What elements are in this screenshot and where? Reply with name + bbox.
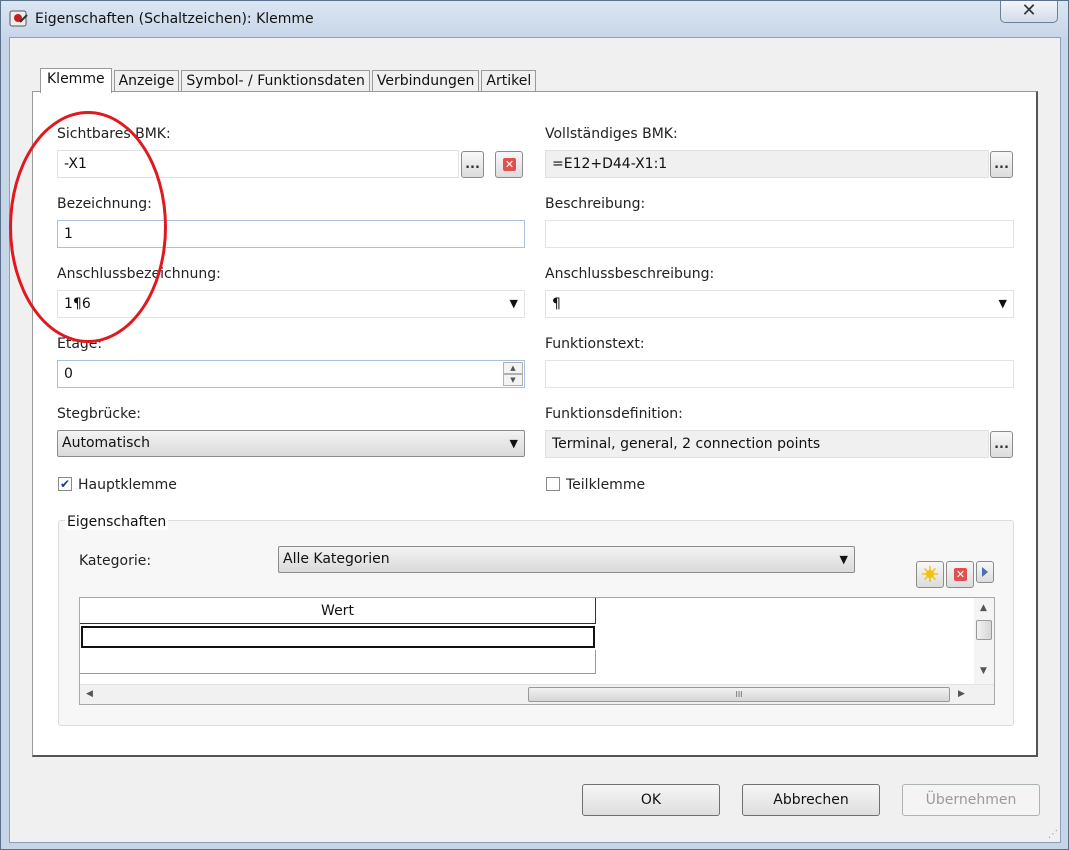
properties-dialog: Eigenschaften (Schaltzeichen): Klemme ✕ … bbox=[0, 0, 1069, 850]
funktionsdefinition-browse-button[interactable]: ... bbox=[990, 431, 1013, 458]
hauptklemme-label: Hauptklemme bbox=[78, 477, 177, 493]
teilklemme-label: Teilklemme bbox=[566, 477, 646, 493]
chevron-down-icon[interactable]: ▼ bbox=[510, 291, 518, 317]
bezeichnung-label: Bezeichnung: bbox=[57, 196, 152, 212]
grid-header-wert[interactable]: Wert bbox=[80, 598, 596, 624]
anschlussbeschreibung-combo[interactable]: ¶ ▼ bbox=[545, 290, 1014, 318]
uebernehmen-button[interactable]: Übernehmen bbox=[902, 784, 1040, 816]
scroll-down-icon[interactable]: ▼ bbox=[980, 666, 987, 676]
tab-strip: Klemme Anzeige Symbol- / Funktionsdaten … bbox=[40, 68, 538, 93]
teilklemme-checkbox[interactable] bbox=[546, 477, 560, 491]
etage-spinbox[interactable]: 0 ▲ ▼ bbox=[57, 360, 525, 388]
eigenschaften-group: Eigenschaften Kategorie: Alle Kategorien… bbox=[58, 514, 1014, 726]
anschlussbeschreibung-label: Anschlussbeschreibung: bbox=[545, 266, 715, 282]
star-icon bbox=[922, 566, 938, 582]
beschreibung-label: Beschreibung: bbox=[545, 196, 646, 212]
window-title: Eigenschaften (Schaltzeichen): Klemme bbox=[35, 11, 314, 27]
horizontal-scroll-thumb[interactable]: III bbox=[528, 687, 950, 702]
arrow-right-icon bbox=[982, 567, 988, 577]
sichtbares-bmk-browse-button[interactable]: ... bbox=[461, 151, 484, 178]
anschlussbezeichnung-combo[interactable]: 1¶6 ▼ bbox=[57, 290, 525, 318]
vertical-scrollbar[interactable]: ▲ ▼ bbox=[974, 598, 994, 684]
grid-row[interactable] bbox=[81, 626, 595, 648]
app-icon bbox=[9, 10, 28, 27]
tab-artikel[interactable]: Artikel bbox=[481, 70, 537, 92]
etage-value: 0 bbox=[64, 366, 73, 382]
dialog-client-area: Klemme Anzeige Symbol- / Funktionsdaten … bbox=[9, 37, 1061, 843]
stegbruecke-label: Stegbrücke: bbox=[57, 406, 142, 422]
vollstaendiges-bmk-browse-button[interactable]: ... bbox=[990, 151, 1013, 178]
resize-grip-icon[interactable]: ⋰ bbox=[1048, 829, 1058, 840]
kategorie-dropdown[interactable]: Alle Kategorien ▼ bbox=[278, 546, 855, 573]
close-button[interactable]: ✕ bbox=[1000, 1, 1058, 23]
grid-row[interactable] bbox=[80, 650, 596, 674]
anschlussbezeichnung-value: 1¶6 bbox=[64, 296, 91, 312]
vollstaendiges-bmk-field: =E12+D44-X1:1 bbox=[545, 150, 989, 178]
spin-down-icon[interactable]: ▼ bbox=[503, 374, 523, 386]
delete-icon: ✕ bbox=[954, 568, 967, 581]
chevron-down-icon[interactable]: ▼ bbox=[510, 431, 518, 456]
stegbruecke-dropdown[interactable]: Automatisch ▼ bbox=[57, 430, 525, 457]
tab-symbol-funktionsdaten[interactable]: Symbol- / Funktionsdaten bbox=[181, 70, 370, 92]
title-bar: Eigenschaften (Schaltzeichen): Klemme ✕ bbox=[1, 1, 1068, 37]
delete-property-button[interactable]: ✕ bbox=[946, 561, 974, 588]
tab-page-klemme: Sichtbares BMK: -X1 ... ✕ Vollständiges … bbox=[32, 91, 1038, 757]
etage-label: Etage: bbox=[57, 336, 103, 352]
ok-button[interactable]: OK bbox=[582, 784, 720, 816]
etage-spinner: ▲ ▼ bbox=[503, 362, 523, 386]
hauptklemme-checkbox[interactable]: ✔ bbox=[58, 477, 72, 491]
sichtbares-bmk-input[interactable]: -X1 bbox=[57, 150, 459, 178]
funktionstext-label: Funktionstext: bbox=[545, 336, 645, 352]
anschlussbeschreibung-value: ¶ bbox=[552, 296, 561, 312]
bezeichnung-input[interactable]: 1 bbox=[57, 220, 525, 248]
sichtbares-bmk-delete-button[interactable]: ✕ bbox=[495, 151, 523, 178]
stegbruecke-value: Automatisch bbox=[62, 435, 150, 451]
scroll-left-icon[interactable]: ◀ bbox=[86, 689, 93, 699]
tab-klemme[interactable]: Klemme bbox=[40, 68, 112, 93]
kategorie-label: Kategorie: bbox=[79, 553, 152, 569]
scroll-up-icon[interactable]: ▲ bbox=[980, 603, 987, 613]
chevron-down-icon[interactable]: ▼ bbox=[840, 547, 848, 572]
vollstaendiges-bmk-label: Vollständiges BMK: bbox=[545, 126, 678, 142]
spin-up-icon[interactable]: ▲ bbox=[503, 362, 523, 374]
tab-anzeige[interactable]: Anzeige bbox=[113, 70, 180, 92]
sichtbares-bmk-label: Sichtbares BMK: bbox=[57, 126, 171, 142]
more-button[interactable] bbox=[976, 561, 994, 583]
delete-icon: ✕ bbox=[503, 158, 516, 171]
funktionsdefinition-label: Funktionsdefinition: bbox=[545, 406, 683, 422]
vertical-scroll-thumb[interactable] bbox=[976, 620, 992, 640]
funktionstext-input[interactable] bbox=[545, 360, 1014, 388]
chevron-down-icon[interactable]: ▼ bbox=[999, 291, 1007, 317]
new-property-button[interactable] bbox=[916, 561, 944, 588]
anschlussbezeichnung-label: Anschlussbezeichnung: bbox=[57, 266, 221, 282]
horizontal-scrollbar[interactable]: ◀ III ▶ bbox=[80, 684, 994, 704]
beschreibung-input[interactable] bbox=[545, 220, 1014, 248]
kategorie-value: Alle Kategorien bbox=[283, 551, 390, 567]
tab-verbindungen[interactable]: Verbindungen bbox=[371, 70, 480, 92]
eigenschaften-group-title: Eigenschaften bbox=[65, 514, 169, 530]
funktionsdefinition-field: Terminal, general, 2 connection points bbox=[545, 430, 989, 458]
property-grid: Wert ▲ ▼ ◀ III ▶ bbox=[79, 597, 995, 705]
scroll-right-icon[interactable]: ▶ bbox=[958, 689, 965, 699]
abbrechen-button[interactable]: Abbrechen bbox=[742, 784, 880, 816]
